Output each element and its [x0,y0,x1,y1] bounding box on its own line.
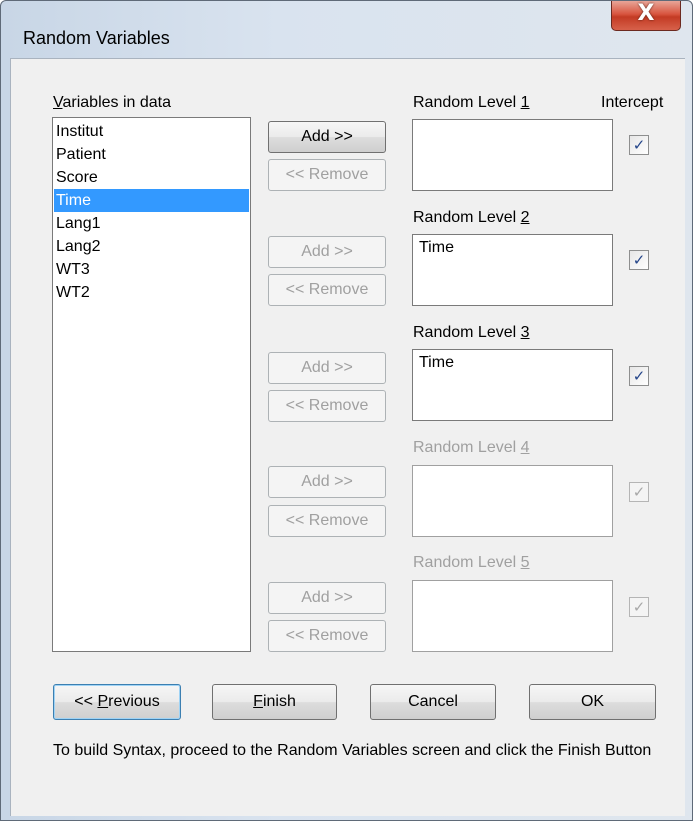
intercept-level-4-checkbox[interactable]: ✓ [629,482,649,502]
random-level-1-label: Random Level 1 [413,94,530,111]
intercept-label: Intercept [601,94,664,111]
remove-level-3-button[interactable]: << Remove [268,390,386,422]
previous-button[interactable]: << Previous [53,684,181,720]
intercept-level-5-checkbox[interactable]: ✓ [629,597,649,617]
random-level-1-box[interactable] [412,119,613,191]
random-level-5-box[interactable] [412,580,613,652]
list-item[interactable]: Score [54,166,249,189]
add-level-1-button[interactable]: Add >> [268,121,386,153]
instruction-note: To build Syntax, proceed to the Random V… [53,742,652,759]
add-level-4-button[interactable]: Add >> [268,466,386,498]
finish-button[interactable]: Finish [212,684,337,720]
close-button[interactable]: X [611,1,681,31]
intercept-level-2-checkbox[interactable]: ✓ [629,250,649,270]
window-title: Random Variables [23,28,170,48]
list-item-selected[interactable]: Time [54,189,249,212]
variables-label: Variables in data [53,94,171,111]
cancel-button[interactable]: Cancel [370,684,496,720]
list-item[interactable]: WT2 [54,281,249,304]
list-item[interactable]: Patient [54,143,249,166]
variables-listbox[interactable]: Institut Patient Score Time Lang1 Lang2 … [52,117,251,652]
random-level-3-label: Random Level 3 [413,324,530,341]
random-level-4-box[interactable] [412,465,613,537]
intercept-level-1-checkbox[interactable]: ✓ [629,135,649,155]
remove-level-5-button[interactable]: << Remove [268,620,386,652]
random-level-2-box[interactable]: Time [412,234,613,306]
random-level-4-label: Random Level 4 [413,439,530,456]
list-item[interactable]: WT3 [54,258,249,281]
random-level-3-box[interactable]: Time [412,349,613,421]
random-level-5-label: Random Level 5 [413,554,530,571]
add-level-2-button[interactable]: Add >> [268,236,386,268]
ok-button[interactable]: OK [529,684,656,720]
add-level-5-button[interactable]: Add >> [268,582,386,614]
intercept-level-3-checkbox[interactable]: ✓ [629,366,649,386]
random-level-2-label: Random Level 2 [413,209,530,226]
title-bar[interactable]: Random Variables X [1,1,692,47]
add-level-3-button[interactable]: Add >> [268,352,386,384]
list-item[interactable]: Lang2 [54,235,249,258]
remove-level-4-button[interactable]: << Remove [268,505,386,537]
list-item[interactable]: Institut [54,120,249,143]
list-item[interactable]: Lang1 [54,212,249,235]
remove-level-2-button[interactable]: << Remove [268,274,386,306]
close-icon: X [637,1,655,26]
remove-level-1-button[interactable]: << Remove [268,159,386,191]
